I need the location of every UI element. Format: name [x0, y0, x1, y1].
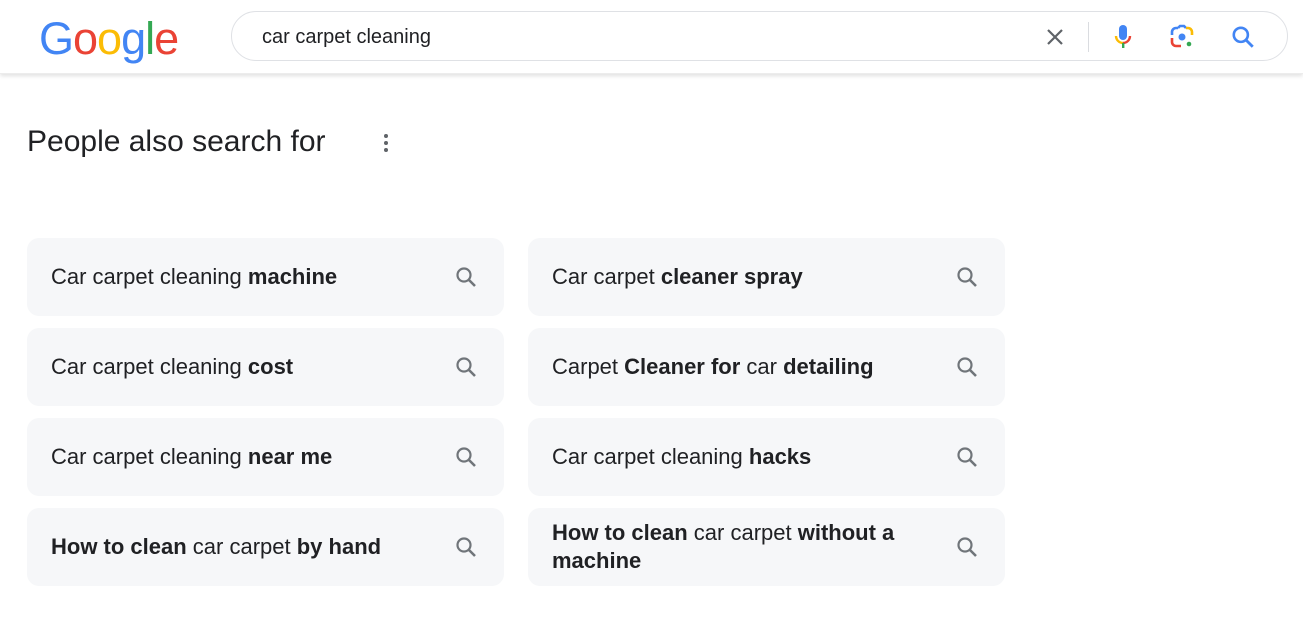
- suggestion-chip[interactable]: Car carpet cleaning cost: [27, 328, 504, 406]
- microphone-icon: [1114, 25, 1132, 48]
- section-title: People also search for: [27, 125, 326, 158]
- suggestion-text: Car carpet cleaning hacks: [552, 444, 812, 469]
- close-icon: [1047, 29, 1063, 45]
- suggestion-text: Car carpet cleaner spray: [552, 264, 803, 289]
- suggestion-text: Car carpet cleaning near me: [51, 444, 333, 469]
- suggestion-text: How to clean car carpet by hand: [51, 534, 382, 559]
- clear-button[interactable]: [1038, 20, 1072, 54]
- search-box: [231, 11, 1288, 61]
- suggestion-chip[interactable]: How to clean car carpet by hand: [27, 508, 504, 586]
- search-icon: [957, 357, 977, 377]
- voice-search-button[interactable]: [1106, 20, 1140, 54]
- search-icon: [1232, 26, 1254, 48]
- logo-letter: e: [154, 13, 179, 64]
- logo-letter: l: [145, 13, 155, 64]
- logo-letter: o: [97, 13, 122, 64]
- suggestion-chip[interactable]: Car carpet cleaner spray: [528, 238, 1005, 316]
- search-icon: [957, 537, 977, 557]
- search-divider: [1088, 22, 1089, 52]
- suggestion-chip[interactable]: Carpet Cleaner for car detailing: [528, 328, 1005, 406]
- lens-search-button[interactable]: [1165, 20, 1199, 54]
- suggestion-text: How to clean car carpet without a machin…: [552, 520, 895, 573]
- logo-letter: o: [73, 13, 98, 64]
- suggestion-text: Car carpet cleaning cost: [51, 354, 294, 379]
- search-button[interactable]: [1226, 20, 1260, 54]
- header-bar: Google: [0, 0, 1303, 74]
- suggestion-text: Carpet Cleaner for car detailing: [552, 354, 874, 379]
- search-icon: [456, 357, 476, 377]
- suggestion-text: Car carpet cleaning machine: [51, 264, 338, 289]
- search-icon: [456, 537, 476, 557]
- suggestion-chip[interactable]: Car carpet cleaning hacks: [528, 418, 1005, 496]
- more-vert-icon: [384, 134, 388, 138]
- logo-letter: g: [121, 13, 146, 64]
- search-icon: [456, 447, 476, 467]
- search-icon: [456, 267, 476, 287]
- suggestions-grid: Car carpet cleaning machine Car carpet cl…: [27, 238, 1005, 586]
- search-icon: [957, 267, 977, 287]
- search-input[interactable]: [262, 24, 1022, 50]
- suggestion-chip[interactable]: Car carpet cleaning machine: [27, 238, 504, 316]
- logo-letter: G: [39, 13, 74, 64]
- google-logo[interactable]: Google: [39, 13, 179, 64]
- more-options-button[interactable]: [376, 130, 396, 156]
- search-icon: [957, 447, 977, 467]
- suggestion-chip[interactable]: How to clean car carpet without a machin…: [528, 508, 1005, 586]
- suggestion-chip[interactable]: Car carpet cleaning near me: [27, 418, 504, 496]
- google-lens-icon: [1170, 24, 1194, 48]
